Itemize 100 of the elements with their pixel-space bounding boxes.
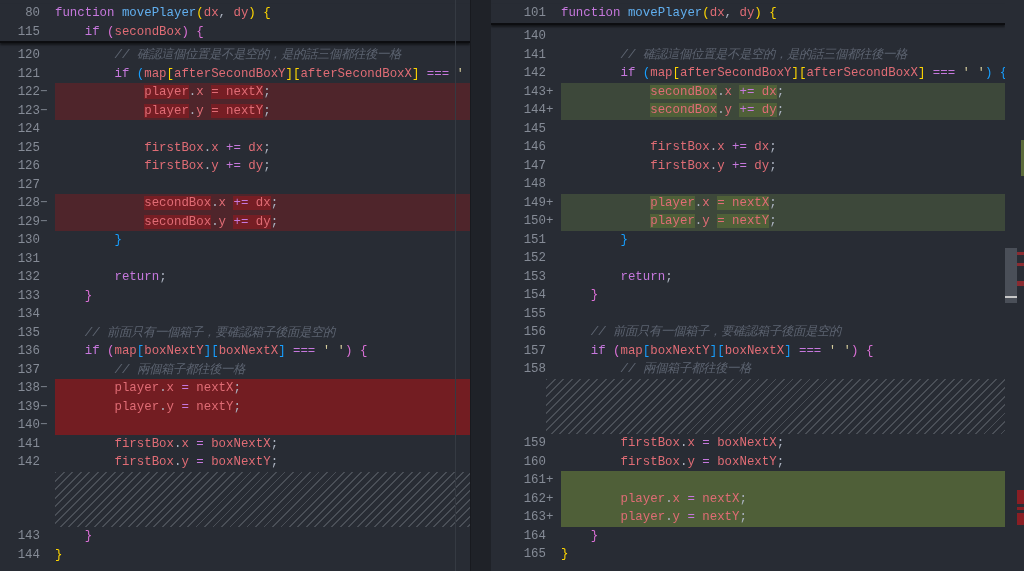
- code-text: secondBox.y += dy;: [143, 213, 279, 231]
- code-text: function movePlayer(dx, dy) {: [561, 5, 777, 22]
- line-number: 149: [522, 194, 546, 212]
- code-text: firstBox.y = boxNextY;: [113, 454, 279, 471]
- diff-marker: +: [546, 491, 554, 506]
- line-number: 139: [16, 398, 40, 416]
- code-text: function movePlayer(dx, dy) {: [55, 5, 271, 22]
- code-text: }: [589, 287, 599, 304]
- diff-marker: −: [40, 196, 48, 210]
- line-number: 140: [522, 28, 546, 45]
- diff-marker: −: [40, 103, 48, 118]
- code-text: }: [55, 546, 63, 564]
- line-number: 126: [16, 158, 40, 175]
- line-number: 125: [16, 139, 40, 157]
- line-number: 155: [522, 305, 546, 323]
- diff-marker: −: [40, 214, 48, 229]
- line-number: 151: [522, 231, 546, 249]
- line-number: 141: [522, 46, 546, 64]
- line-number: 158: [522, 361, 546, 378]
- line-number: 146: [522, 139, 546, 156]
- line-number: 148: [522, 176, 546, 193]
- line-number: 133: [16, 287, 40, 305]
- line-number: 101: [522, 5, 546, 22]
- line-number: 164: [522, 527, 546, 545]
- code-text: firstBox.x += dx;: [649, 139, 777, 156]
- code-text: }: [561, 546, 569, 563]
- line-number: 161: [522, 472, 546, 489]
- line-number: 144: [16, 546, 40, 564]
- line-number: 154: [522, 287, 546, 304]
- line-number: 157: [522, 342, 546, 360]
- code-text: player.x = nextX;: [619, 490, 747, 508]
- code-text: firstBox.y = boxNextY;: [619, 453, 785, 471]
- line-number: 165: [522, 546, 546, 563]
- code-text: firstBox.y += dy;: [143, 158, 271, 175]
- line-number: 152: [522, 250, 546, 267]
- diff-marker: −: [40, 418, 48, 432]
- line-number: 147: [522, 157, 546, 175]
- diff-marker: −: [40, 399, 48, 414]
- code-text: return;: [619, 268, 673, 286]
- diff-marker: +: [546, 84, 554, 99]
- diff-marker: −: [40, 85, 48, 99]
- line-number: 142: [16, 454, 40, 471]
- code-text: secondBox.x += dx;: [649, 83, 785, 101]
- code-text: firstBox.y += dy;: [649, 157, 777, 175]
- line-number: 123: [16, 102, 40, 120]
- line-number: 131: [16, 250, 40, 268]
- line-number: 163: [522, 509, 546, 526]
- line-number: 143: [16, 528, 40, 545]
- diff-marker: −: [40, 381, 48, 395]
- diff-marker: +: [546, 510, 554, 524]
- code-text: }: [589, 527, 599, 545]
- line-number: 136: [16, 343, 40, 360]
- pane-splitter[interactable]: [470, 0, 491, 571]
- code-text: if (map[boxNextY][boxNextX] === ' ') {: [589, 342, 874, 360]
- line-number: 142: [522, 65, 546, 82]
- diff-marker: +: [546, 103, 554, 117]
- line-number: 127: [16, 176, 40, 194]
- line-number: 135: [16, 324, 40, 342]
- code-text: player.y = nextY;: [113, 398, 241, 416]
- line-number: 122: [16, 84, 40, 101]
- code-text: if (map[afterSecondBoxY][afterSecondBoxX] === ': [113, 65, 465, 83]
- code-text: player.x = nextX;: [113, 380, 241, 397]
- line-number: 140: [16, 417, 40, 434]
- line-number: 80: [24, 5, 40, 22]
- code-text: player.x = nextX;: [649, 194, 777, 212]
- code-text: secondBox.x += dx;: [143, 195, 279, 212]
- line-number: 160: [522, 453, 546, 471]
- line-number: 156: [522, 324, 546, 341]
- code-text: player.y = nextY;: [619, 509, 747, 526]
- code-text: }: [83, 528, 93, 545]
- code-text: firstBox.x = boxNextX;: [113, 435, 279, 453]
- diff-marker: +: [546, 195, 554, 210]
- line-number: 141: [16, 435, 40, 453]
- line-number: 143: [522, 83, 546, 101]
- code-text: secondBox.y += dy;: [649, 102, 785, 119]
- line-number: 145: [522, 120, 546, 138]
- line-number: 132: [16, 269, 40, 286]
- code-text: }: [619, 231, 628, 249]
- line-number: 138: [16, 380, 40, 397]
- code-text: if (map[boxNextY][boxNextX] === ' ') {: [83, 343, 368, 360]
- line-number: 128: [16, 195, 40, 212]
- line-number: 137: [16, 361, 40, 379]
- code-text: return;: [113, 269, 167, 286]
- diff-marker: +: [546, 214, 554, 228]
- code-text: player.y = nextY;: [649, 213, 777, 230]
- line-number: 130: [16, 232, 40, 249]
- line-number: 121: [16, 65, 40, 83]
- code-text: }: [83, 287, 93, 305]
- line-number: 144: [522, 102, 546, 119]
- diff-marker: +: [546, 473, 554, 487]
- code-text: if (secondBox) {: [83, 23, 204, 41]
- line-number: 120: [16, 47, 40, 64]
- line-number: 124: [16, 121, 40, 138]
- line-number: 115: [16, 23, 40, 41]
- line-number: 159: [522, 435, 546, 452]
- code-text: player.y = nextY;: [143, 102, 271, 120]
- line-number: 150: [522, 213, 546, 230]
- code-text: }: [113, 232, 122, 249]
- code-text: player.x = nextX;: [143, 84, 271, 101]
- line-number: 162: [522, 490, 546, 508]
